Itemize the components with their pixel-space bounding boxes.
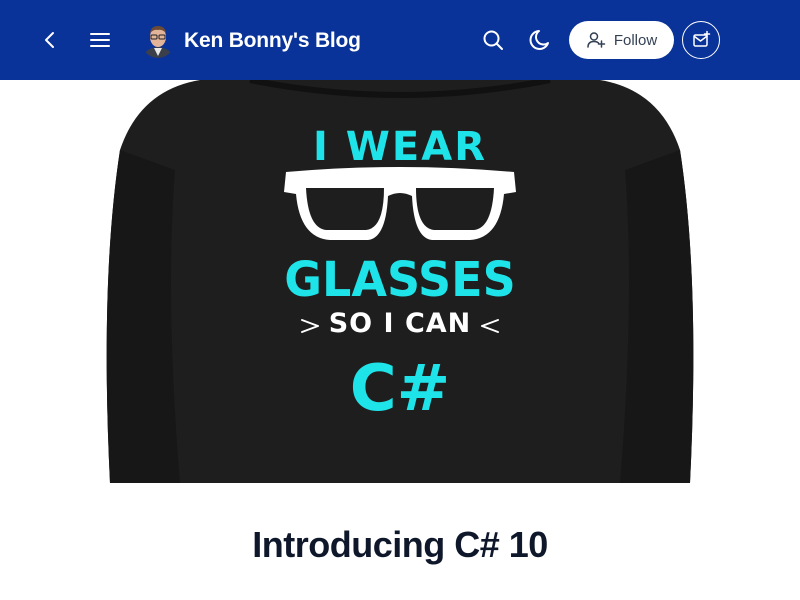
blog-header: Ken Bonny's Blog Follow — [0, 0, 800, 80]
author-avatar[interactable] — [141, 22, 175, 58]
back-button[interactable] — [36, 26, 64, 54]
shirt-text-line3: SO I CAN — [328, 308, 472, 339]
avatar-image — [141, 22, 175, 58]
moon-icon — [529, 30, 549, 50]
follow-label: Follow — [613, 31, 658, 49]
search-icon — [483, 30, 503, 50]
shirt-text-line2: GLASSES — [284, 250, 516, 308]
search-button[interactable] — [479, 26, 507, 54]
newsletter-subscribe-button[interactable] — [682, 21, 720, 59]
blog-title[interactable]: Ken Bonny's Blog — [184, 28, 361, 54]
post-title: Introducing C# 10 — [252, 524, 548, 565]
menu-button[interactable] — [86, 26, 114, 54]
theme-toggle-button[interactable] — [527, 26, 555, 54]
chevron-left-icon — [45, 32, 54, 48]
newsletter-icon — [693, 30, 711, 47]
follow-button[interactable]: Follow — [569, 21, 674, 59]
shirt-text-line1: I WEAR — [312, 124, 487, 170]
user-plus-icon — [587, 32, 606, 48]
hamburger-menu-icon — [90, 33, 110, 47]
cover-image: I WEAR GLASSES SO I CAN C# — [0, 80, 800, 483]
shirt-text-line4: C# — [349, 352, 451, 426]
